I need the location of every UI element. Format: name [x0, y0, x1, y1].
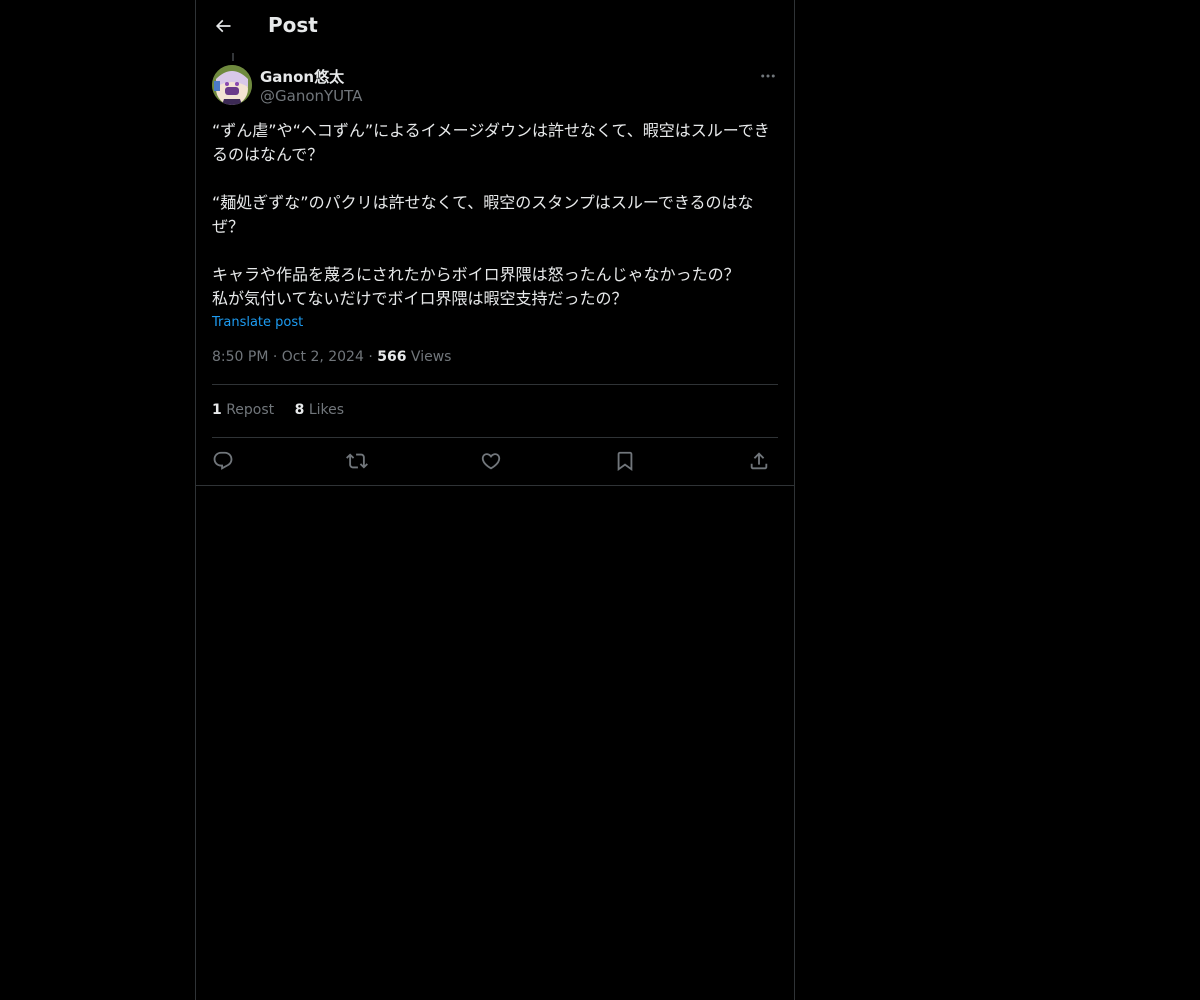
more-horizontal-icon — [759, 67, 777, 85]
share-button[interactable] — [746, 448, 772, 474]
separator-dot: · — [272, 349, 282, 365]
action-bar — [212, 448, 778, 474]
bookmark-button[interactable] — [612, 448, 638, 474]
more-button[interactable] — [756, 64, 780, 88]
views-count: 566 — [377, 349, 407, 365]
reposts-label: Repost — [226, 402, 275, 418]
back-button[interactable] — [208, 11, 238, 41]
reply-icon — [212, 450, 234, 472]
divider — [212, 437, 778, 438]
likes-label: Likes — [308, 402, 345, 418]
post-text: “ずん虐”や“ヘコずん”によるイメージダウンは許せなくて、暇空はスルーできるのは… — [212, 121, 770, 308]
header: Post — [196, 0, 794, 53]
post-time[interactable]: 8:50 PM — [212, 349, 268, 365]
thread-connector — [232, 53, 234, 61]
likes-stat[interactable]: 8 Likes — [295, 402, 344, 418]
translate-post-link[interactable]: Translate post — [212, 315, 303, 330]
divider — [212, 384, 778, 385]
repost-icon — [346, 450, 368, 472]
author-display-name[interactable]: Ganon悠太 — [260, 66, 344, 87]
repost-button[interactable] — [344, 448, 370, 474]
like-button[interactable] — [478, 448, 504, 474]
divider — [196, 485, 794, 486]
views-label: Views — [410, 349, 452, 365]
post-metadata: 8:50 PM · Oct 2, 2024 · 566 Views — [212, 349, 451, 365]
heart-icon — [480, 450, 502, 472]
primary-column: Post Ganon悠太 @GanonYUTA “ずん虐”や“ヘコずん”によるイ… — [195, 0, 795, 1000]
avatar[interactable] — [212, 65, 252, 105]
bookmark-icon — [614, 450, 636, 472]
reposts-count: 1 — [212, 402, 222, 418]
likes-count: 8 — [294, 402, 305, 418]
engagement-stats: 1 Repost 8 Likes — [212, 402, 360, 418]
reposts-stat[interactable]: 1 Repost — [212, 402, 279, 418]
separator-dot: · — [368, 349, 378, 365]
share-icon — [748, 450, 770, 472]
reply-button[interactable] — [210, 448, 236, 474]
author-handle[interactable]: @GanonYUTA — [260, 87, 362, 105]
arrow-left-icon — [213, 16, 233, 36]
page-title: Post — [268, 13, 318, 37]
post-date[interactable]: Oct 2, 2024 — [282, 349, 364, 365]
